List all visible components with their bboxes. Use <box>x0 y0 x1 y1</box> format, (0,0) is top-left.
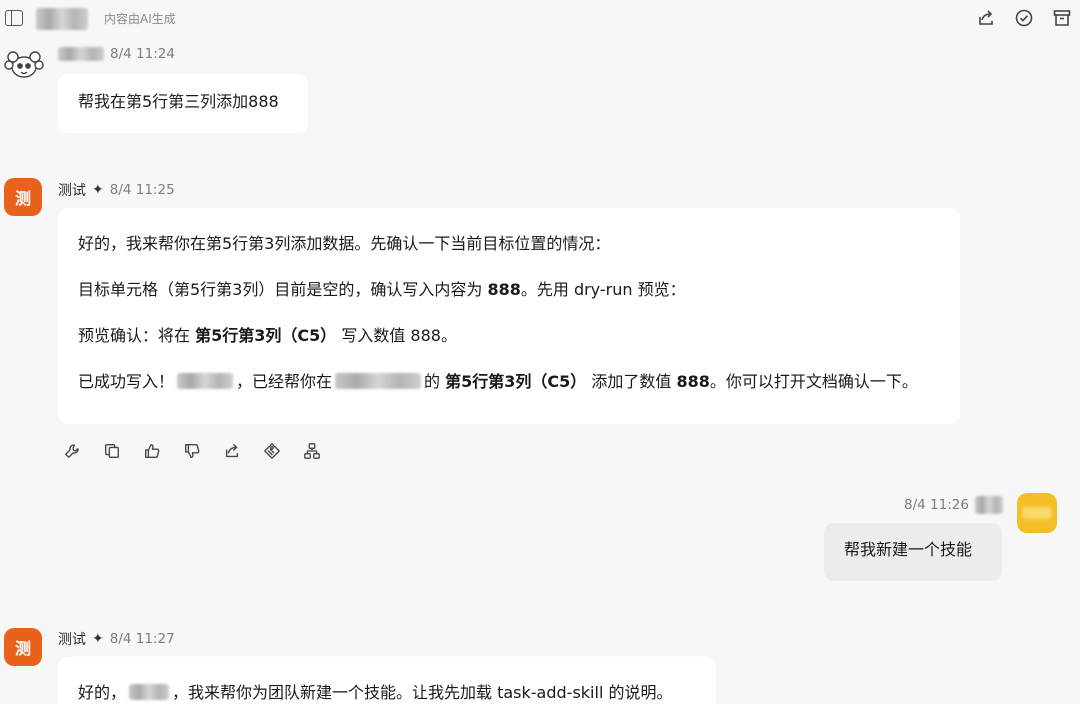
bot-avatar: 测 <box>4 178 42 216</box>
user-avatar <box>3 48 45 82</box>
user-message-bubble: 帮我新建一个技能 <box>824 523 1002 581</box>
thumbs-up-icon[interactable] <box>142 440 162 462</box>
redacted-doc-link <box>335 373 422 389</box>
share-icon[interactable] <box>974 7 998 29</box>
share-icon[interactable] <box>222 440 242 462</box>
message-paragraph: 好的，我来帮你在第5行第3列添加数据。先确认一下当前目标位置的情况： <box>78 234 611 253</box>
ai-generated-notice: 内容由AI生成 <box>104 12 176 26</box>
sparkle-icon: ✦ <box>92 631 104 647</box>
wrench-icon[interactable] <box>62 440 82 462</box>
message-paragraph: 预览确认：将在 第5行第3列（C5） 写入数值 888。 <box>78 326 457 345</box>
thumbs-down-icon[interactable] <box>182 440 202 462</box>
message-time: 8/4 11:26 <box>904 497 969 513</box>
user-name-redacted <box>974 496 1003 514</box>
message-paragraph: 目标单元格（第5行第3列）目前是空的，确认写入内容为 888。先用 dry-ru… <box>78 280 686 299</box>
message-time: 8/4 11:24 <box>110 46 175 62</box>
check-circle-icon[interactable] <box>1012 7 1036 29</box>
tag-icon[interactable] <box>262 440 282 462</box>
redacted-text <box>129 684 170 700</box>
message-text: 帮我新建一个技能 <box>844 540 973 559</box>
message-paragraph: 已成功写入！ ，已经帮你在的 第5行第3列（C5） 添加了数值 888。你可以打开… <box>78 372 918 391</box>
top-bar: 内容由AI生成 <box>0 0 1080 36</box>
message-meta: 8/4 11:24 <box>58 46 175 62</box>
message-meta: 测试 ✦ 8/4 11:25 <box>58 180 175 200</box>
bot-name: 测试 <box>58 183 86 199</box>
conversation-title-redacted <box>36 8 88 30</box>
bot-message-bubble: 好的， ，我来帮你为团队新建一个技能。让我先加载 task-add-skill 的… <box>58 657 716 704</box>
sparkle-icon: ✦ <box>92 182 104 198</box>
message-actions <box>62 440 322 462</box>
user-name-redacted <box>58 47 104 61</box>
user-message-bubble: 帮我在第5行第三列添加888 <box>58 74 308 133</box>
message-meta: 测试 ✦ 8/4 11:27 <box>58 629 175 649</box>
user-avatar <box>1017 493 1057 533</box>
bot-name: 测试 <box>58 632 86 648</box>
message-time: 8/4 11:25 <box>109 182 175 198</box>
archive-icon[interactable] <box>1050 7 1074 29</box>
top-actions <box>974 7 1074 29</box>
tree-icon[interactable] <box>302 440 322 462</box>
message-time: 8/4 11:27 <box>109 631 175 647</box>
bot-avatar: 测 <box>4 628 42 666</box>
message-text: 帮我在第5行第三列添加888 <box>78 92 279 111</box>
message-meta: 8/4 11:26 <box>904 496 1003 514</box>
copy-icon[interactable] <box>102 440 122 462</box>
redacted-text <box>177 373 234 389</box>
bot-message-bubble: 好的，我来帮你在第5行第3列添加数据。先确认一下当前目标位置的情况： 目标单元格… <box>58 208 960 424</box>
message-paragraph: 好的， ，我来帮你为团队新建一个技能。让我先加载 task-add-skill 的… <box>78 683 673 702</box>
sidebar-toggle-icon[interactable] <box>5 10 23 26</box>
